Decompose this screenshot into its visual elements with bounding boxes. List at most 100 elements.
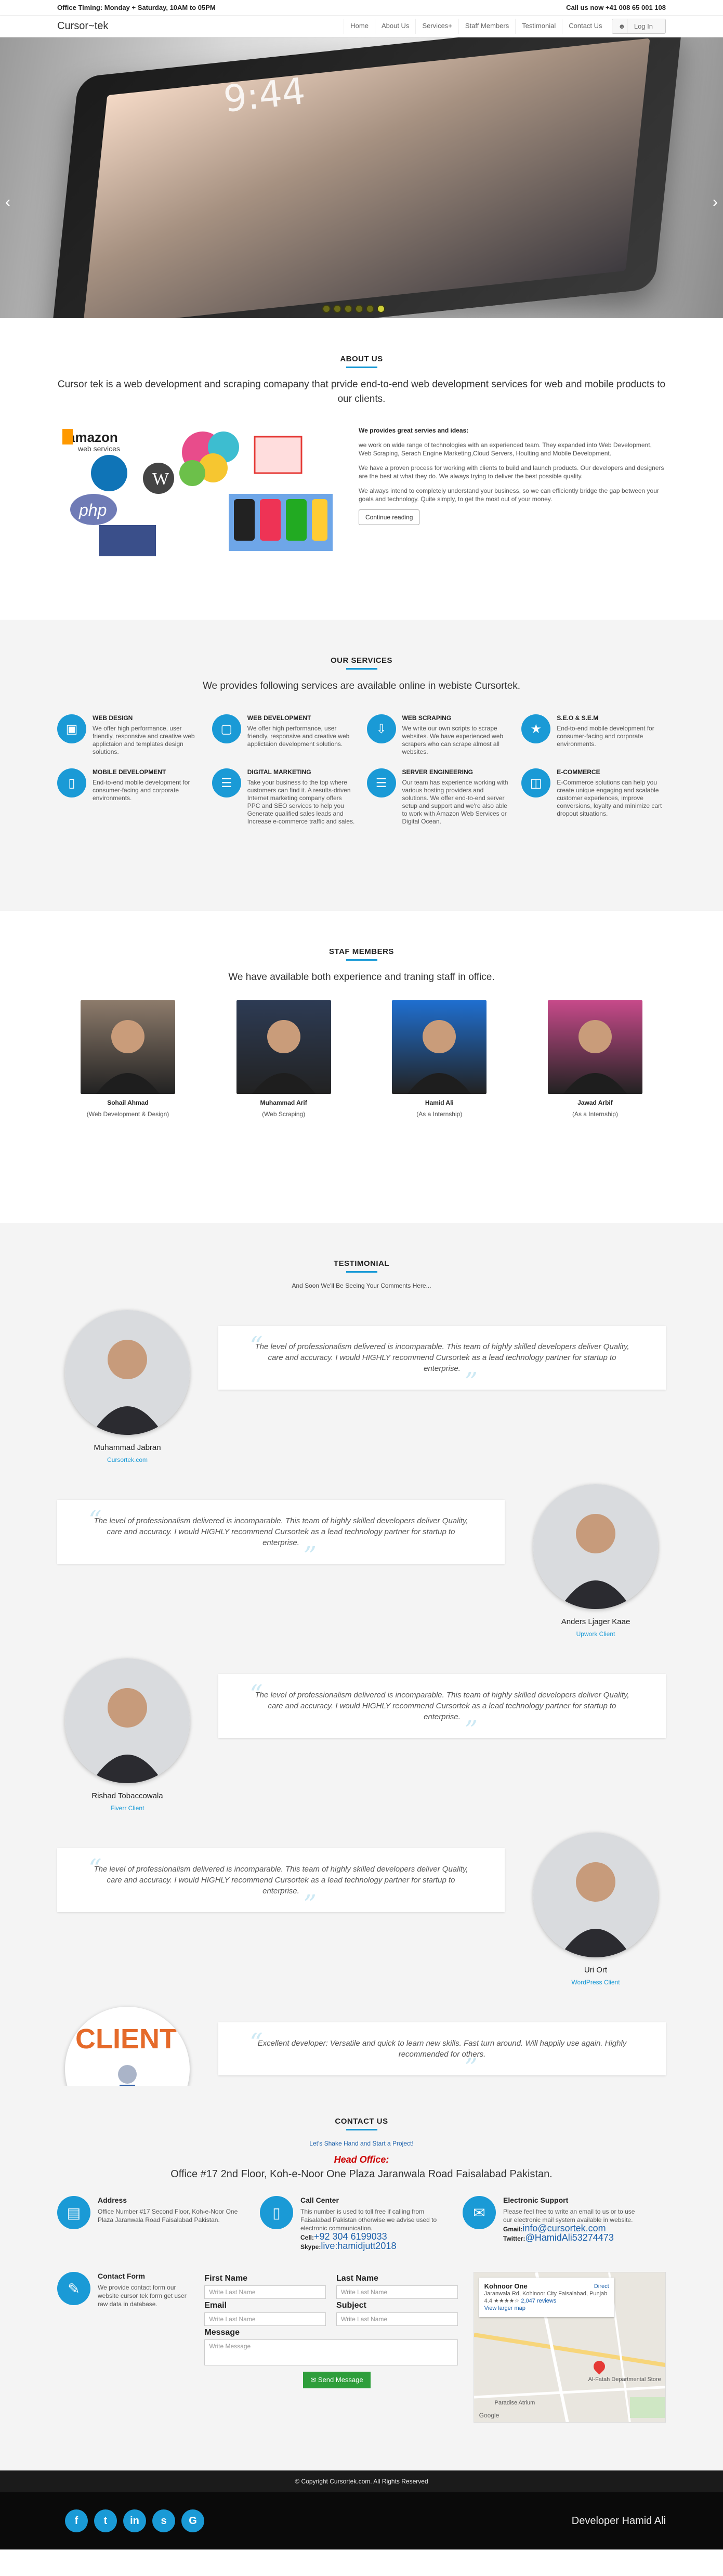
electronic-title: Electronic Support <box>503 2196 569 2204</box>
service-item: ◫ E-COMMERCE E-Commerce solutions can he… <box>521 768 666 826</box>
call-title: Call Center <box>300 2196 339 2204</box>
contact-tagline: Let's Shake Hand and Start a Project! <box>309 2140 414 2147</box>
service-text: Take your business to the top where cust… <box>247 779 355 825</box>
slide-dot[interactable] <box>333 305 341 313</box>
staff-name: Hamid Ali <box>425 1099 454 1106</box>
service-title: WEB DESIGN <box>93 714 133 722</box>
staff-name: Jawad Arbif <box>577 1099 613 1106</box>
id-card-icon: ▤ <box>57 2196 90 2229</box>
testimonial-quote: “ The level of professionalism delivered… <box>218 1326 666 1395</box>
about-paragraph: we work on wide range of technologies wi… <box>359 441 652 457</box>
last-name-input[interactable]: Write Last Name <box>336 2285 458 2299</box>
service-item: ★ S.E.O & S.E.M End-to-end mobile develo… <box>521 714 666 756</box>
testimonial-title: TESTIMONIAL <box>333 1259 390 1268</box>
login-label: Log In <box>627 19 659 33</box>
message-textarea[interactable]: Write Message <box>204 2339 458 2365</box>
title-underline <box>346 2129 377 2130</box>
form-title: Contact Form <box>98 2272 145 2280</box>
testimonial-company[interactable]: Fiverr Client <box>57 1804 198 1812</box>
nav-testimonial[interactable]: Testimonial <box>515 19 562 34</box>
staff-name: Muhammad Arif <box>260 1099 307 1106</box>
continue-reading-button[interactable]: Continue reading <box>359 509 420 525</box>
twitter-icon[interactable]: t <box>94 2509 117 2532</box>
staff-name: Sohail Ahmad <box>107 1099 149 1106</box>
service-item: ☰ DIGITAL MARKETING Take your business t… <box>212 768 357 826</box>
nav-staff[interactable]: Staff Members <box>458 19 515 34</box>
testimonial-company[interactable]: Cursortek.com <box>57 1456 198 1463</box>
copyright-bar: © Copyright Cursortek.com. All Rights Re… <box>0 2470 723 2492</box>
prev-slide-icon[interactable]: ‹ <box>5 193 10 211</box>
service-text: End-to-end mobile development for consum… <box>93 779 190 802</box>
skype-icon[interactable]: s <box>152 2509 175 2532</box>
slide-dot[interactable] <box>322 305 331 313</box>
next-slide-icon[interactable]: › <box>713 193 718 211</box>
brand-logo[interactable]: Cursor~tek <box>57 20 108 32</box>
skype-id[interactable]: live:hamidjutt2018 <box>321 2241 396 2251</box>
nav-about[interactable]: About Us <box>374 19 415 34</box>
testimonial-section: TESTIMONIAL And Soon We'll Be Seeing You… <box>0 1223 723 2160</box>
top-info-bar: Office Timing: Monday + Saturday, 10AM t… <box>0 0 723 16</box>
service-item: ⇩ WEB SCRAPING We write our own scripts … <box>366 714 511 756</box>
testimonial-text: Excellent developer: Versatile and quick… <box>257 2039 627 2059</box>
testimonial-list: Muhammad Jabran Cursortek.com “ The leve… <box>57 1310 666 2160</box>
send-message-button[interactable]: ✉ Send Message <box>303 2372 371 2388</box>
staff-photo <box>236 1000 331 1094</box>
developer-credit: Developer Hamid Ali <box>571 2515 666 2527</box>
contact-form-info: ✎ Contact Form We provide contact form o… <box>57 2272 189 2423</box>
testimonial-company[interactable]: Upwork Client <box>525 1630 666 1638</box>
first-name-input[interactable]: Write Last Name <box>204 2285 326 2299</box>
view-larger-map-link[interactable]: View larger map <box>484 2305 525 2311</box>
open-quote-icon: “ <box>88 1505 102 1535</box>
nav-contact[interactable]: Contact Us <box>562 19 608 34</box>
email-input[interactable]: Write Last Name <box>204 2312 326 2326</box>
title-underline <box>346 959 377 961</box>
office-timing: Office Timing: Monday + Saturday, 10AM t… <box>57 4 216 11</box>
twitter-handle[interactable]: @HamidAli53274473 <box>525 2232 613 2243</box>
directions-link[interactable]: Direct <box>594 2283 609 2290</box>
subject-label: Subject <box>336 2301 366 2310</box>
google-map[interactable]: Kohnoor One Jaranwala Rd, Kohinoor City … <box>473 2272 666 2423</box>
service-text: We write our own scripts to scrape websi… <box>402 725 504 755</box>
hero-slider: 9:44 ‹ › <box>0 37 723 318</box>
address-title: Address <box>98 2196 127 2204</box>
service-text: End-to-end mobile development for consum… <box>557 725 654 748</box>
staff-list: Sohail Ahmad (Web Development & Design) … <box>57 1000 666 1118</box>
twitter-label: Twitter: <box>503 2235 525 2242</box>
cell-number[interactable]: +92 304 6199033 <box>314 2231 387 2242</box>
slide-dot[interactable] <box>355 305 363 313</box>
map-info-card: Kohnoor One Jaranwala Rd, Kohinoor City … <box>479 2278 614 2317</box>
linkedin-icon[interactable]: in <box>123 2509 146 2532</box>
contact-section: CONTACT US Let's Shake Hand and Start a … <box>0 2086 723 2470</box>
testimonial-text: The level of professionalism delivered i… <box>94 1865 468 1895</box>
slide-dot[interactable] <box>344 305 352 313</box>
navbar: Cursor~tek Home About Us Services+ Staff… <box>0 16 723 37</box>
gmail-address[interactable]: info@cursortek.com <box>522 2223 606 2233</box>
about-paragraph: We always intend to completely understan… <box>359 487 659 503</box>
testimonial-text: The level of professionalism delivered i… <box>255 1342 629 1373</box>
open-quote-icon: “ <box>249 1679 263 1709</box>
slide-dot-active[interactable] <box>377 305 385 313</box>
login-button[interactable]: ☻ Log In <box>611 19 666 34</box>
nav-services[interactable]: Services+ <box>415 19 458 34</box>
map-reviews[interactable]: 2,047 reviews <box>521 2298 556 2304</box>
slide-dot[interactable] <box>366 305 374 313</box>
phone-number: Call us now +41 008 65 001 108 <box>566 4 666 11</box>
contact-form: First Name Write Last Name Last Name Wri… <box>204 2272 458 2423</box>
nav-home[interactable]: Home <box>344 19 375 34</box>
google-icon[interactable]: G <box>181 2509 204 2532</box>
tablet-screen <box>83 38 650 318</box>
envelope-icon: ✉ <box>463 2196 496 2229</box>
social-links: f t in s G <box>65 2509 204 2532</box>
staff-role: (Web Scraping) <box>262 1110 306 1118</box>
php-logo: php <box>78 501 107 519</box>
testimonial-item: Muhammad Jabran Cursortek.com “ The leve… <box>57 1310 666 1463</box>
subject-input[interactable]: Write Last Name <box>336 2312 458 2326</box>
aws-logo: web services <box>77 444 120 453</box>
testimonial-quote: “ The level of professionalism delivered… <box>57 1848 505 1917</box>
service-title: S.E.O & S.E.M <box>557 714 599 722</box>
facebook-icon[interactable]: f <box>65 2509 88 2532</box>
testimonial-company[interactable]: WordPress Client <box>525 1979 666 1986</box>
electronic-text: Please feel free to write an email to us… <box>503 2208 635 2224</box>
google-logo: Google <box>479 2412 499 2419</box>
testimonial-name: Rishad Tobaccowala <box>91 1792 163 1800</box>
